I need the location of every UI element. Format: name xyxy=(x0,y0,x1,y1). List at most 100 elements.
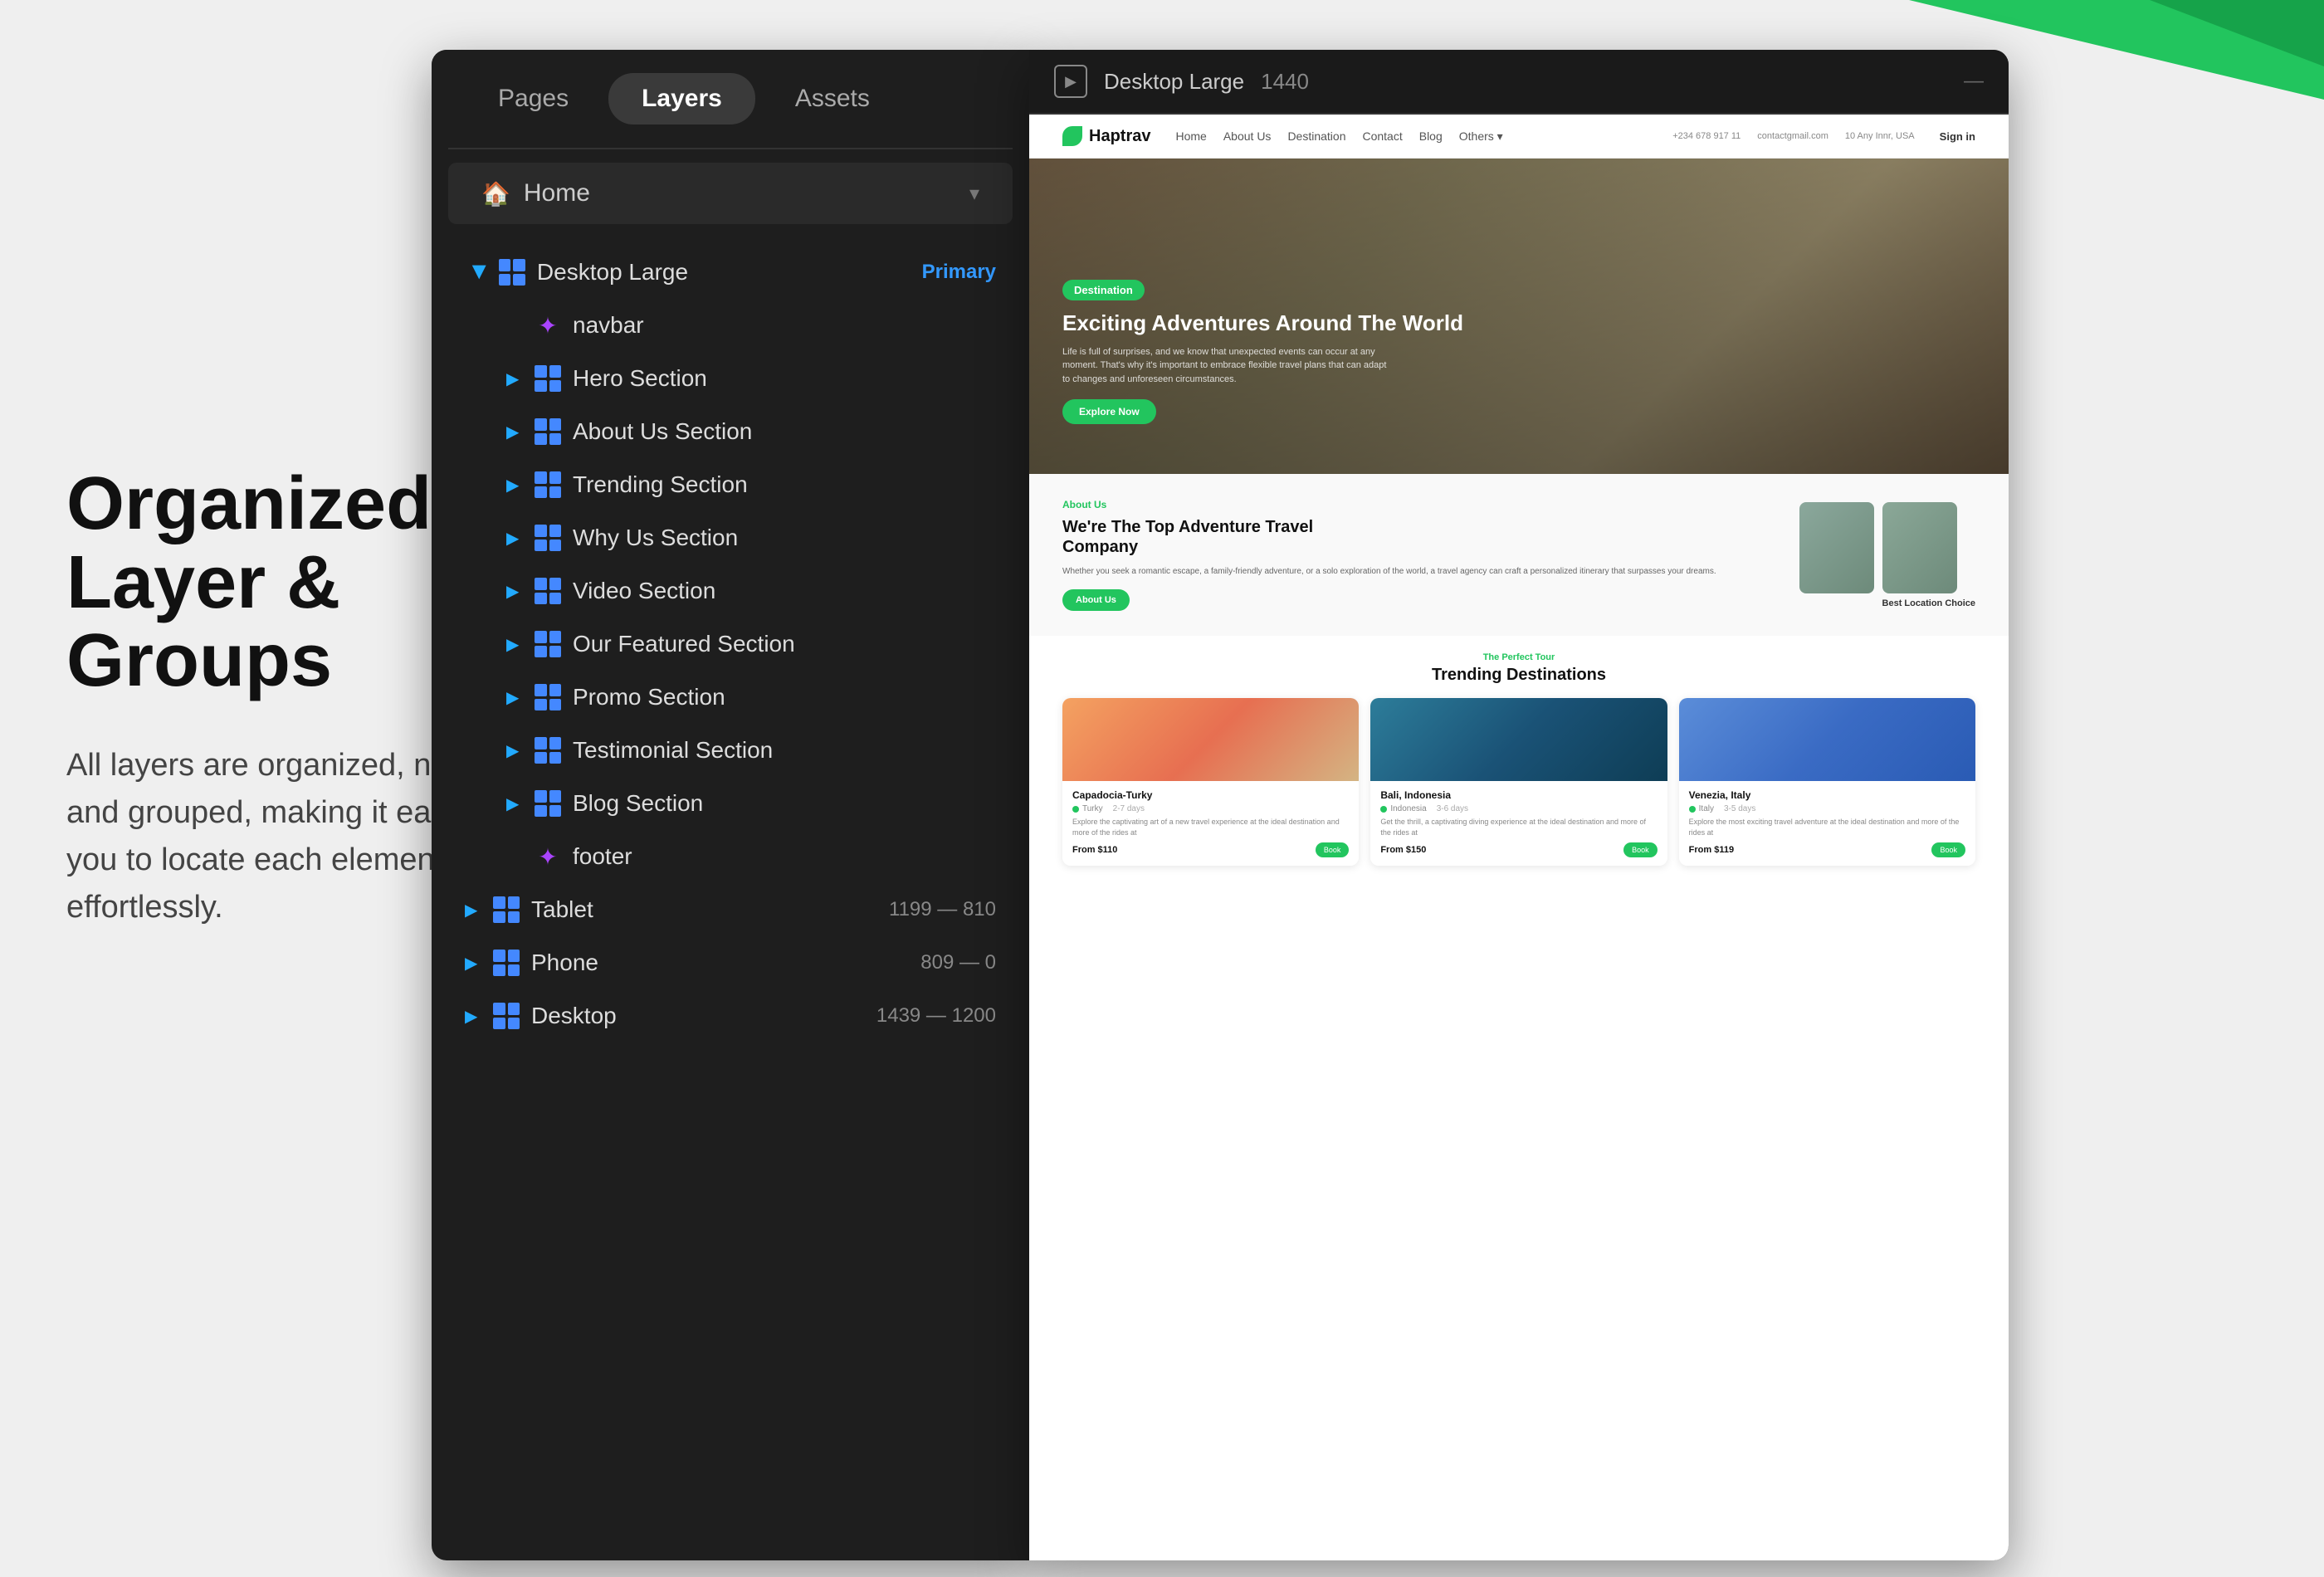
location-dot-icon xyxy=(1380,806,1387,813)
explore-button[interactable]: Explore Now xyxy=(1062,399,1156,424)
home-row[interactable]: 🏠 Home ▾ xyxy=(448,163,1013,224)
destination-badge: Destination xyxy=(1062,280,1145,300)
grid-icon xyxy=(535,471,561,498)
hero-section-label: Hero Section xyxy=(573,365,996,392)
layer-whyus-section[interactable]: ▶ Why Us Section xyxy=(448,511,1013,564)
about-section: About Us We're The Top Adventure Travel … xyxy=(1029,474,2009,636)
phone-label: Phone xyxy=(531,950,909,976)
card-location-1: Turky 2-7 days xyxy=(1072,804,1349,813)
arrow-right-icon: ▶ xyxy=(506,475,523,496)
book-button-1[interactable]: Book xyxy=(1316,842,1350,857)
layer-trending-section[interactable]: ▶ Trending Section xyxy=(448,458,1013,511)
desktop-size: 1439 — 1200 xyxy=(876,1004,996,1028)
book-button-3[interactable]: Book xyxy=(1931,842,1965,857)
layer-desktop[interactable]: ▶ Desktop 1439 — 1200 xyxy=(448,989,1013,1042)
card-body-2: Bali, Indonesia Indonesia 3-6 days Get t… xyxy=(1370,781,1667,866)
panel-tabs: Pages Layers Assets xyxy=(432,50,1029,148)
desktop-large-label: Desktop Large xyxy=(537,259,911,286)
nav-link-destination[interactable]: Destination xyxy=(1287,129,1345,144)
image-1 xyxy=(1799,502,1874,593)
arrow-right-icon: ▶ xyxy=(506,740,523,761)
grid-icon xyxy=(535,418,561,445)
arrow-right-icon: ▶ xyxy=(506,422,523,442)
about-images: Best Location Choice xyxy=(1799,502,1975,608)
trending-section: The Perfect Tour Trending Destinations C… xyxy=(1029,636,2009,891)
nav-other: 10 Any Innr, USA xyxy=(1845,131,1915,141)
arrow-down-icon: ▶ xyxy=(469,266,491,280)
tab-layers[interactable]: Layers xyxy=(608,73,755,124)
sparkle-icon: ✦ xyxy=(535,312,561,339)
trending-label: The Perfect Tour xyxy=(1062,652,1975,662)
nav-phone: +234 678 917 11 xyxy=(1672,131,1741,141)
trending-card-3: Venezia, Italy Italy 3-5 days Explore th… xyxy=(1679,698,1975,866)
arrow-right-icon: ▶ xyxy=(506,634,523,655)
nav-link-home[interactable]: Home xyxy=(1175,129,1206,144)
layer-desktop-large[interactable]: ▶ Desktop Large Primary xyxy=(448,246,1013,299)
grid-icon xyxy=(499,259,525,286)
layer-navbar[interactable]: ✦ navbar xyxy=(448,299,1013,352)
tab-assets[interactable]: Assets xyxy=(762,73,903,124)
blog-section-label: Blog Section xyxy=(573,790,996,817)
signin-button[interactable]: Sign in xyxy=(1940,130,1975,143)
nav-link-contact[interactable]: Contact xyxy=(1362,129,1402,144)
card-title-1: Capadocia-Turky xyxy=(1072,789,1349,801)
about-label: About Us xyxy=(1062,499,1775,510)
location-dot-icon xyxy=(1072,806,1079,813)
layer-footer[interactable]: ✦ footer xyxy=(448,830,1013,883)
card-location-3: Italy 3-5 days xyxy=(1689,804,1965,813)
layer-video-section[interactable]: ▶ Video Section xyxy=(448,564,1013,618)
about-caption: Best Location Choice xyxy=(1882,598,1975,608)
video-section-label: Video Section xyxy=(573,578,996,604)
navbar-label: navbar xyxy=(573,312,996,339)
desktop-label: Desktop xyxy=(531,1003,865,1029)
layer-promo-section[interactable]: ▶ Promo Section xyxy=(448,671,1013,724)
hero-section: Destination Exciting Adventures Around T… xyxy=(1029,159,2009,474)
card-footer-3: From $119 Book xyxy=(1689,842,1965,857)
layer-hero-section[interactable]: ▶ Hero Section xyxy=(448,352,1013,405)
card-location-2: Indonesia 3-6 days xyxy=(1380,804,1657,813)
layer-blog-section[interactable]: ▶ Blog Section xyxy=(448,777,1013,830)
preview-topbar: ▶ Desktop Large 1440 — xyxy=(1029,50,2009,115)
tablet-label: Tablet xyxy=(531,896,877,923)
card-image-cappadocia xyxy=(1062,698,1359,781)
arrow-right-icon: ▶ xyxy=(506,528,523,549)
card-footer-2: From $150 Book xyxy=(1380,842,1657,857)
layer-testimonial-section[interactable]: ▶ Testimonial Section xyxy=(448,724,1013,777)
layer-tablet[interactable]: ▶ Tablet 1199 — 810 xyxy=(448,883,1013,936)
about-section-label: About Us Section xyxy=(573,418,996,445)
book-button-2[interactable]: Book xyxy=(1623,842,1658,857)
layer-featured-section[interactable]: ▶ Our Featured Section xyxy=(448,618,1013,671)
promo-section-label: Promo Section xyxy=(573,684,996,710)
play-button[interactable]: ▶ xyxy=(1054,65,1087,98)
arrow-right-icon: ▶ xyxy=(465,900,481,920)
grid-icon xyxy=(535,684,561,710)
about-title: We're The Top Adventure Travel Company xyxy=(1062,517,1775,557)
tab-pages[interactable]: Pages xyxy=(465,73,602,124)
grid-icon xyxy=(493,896,520,923)
handle-icon: — xyxy=(1964,70,1984,93)
card-price-1: From $110 xyxy=(1072,845,1117,855)
layer-phone[interactable]: ▶ Phone 809 — 0 xyxy=(448,936,1013,989)
about-image-2: Best Location Choice xyxy=(1882,502,1975,608)
grid-icon xyxy=(493,1003,520,1029)
grid-icon xyxy=(535,790,561,817)
trending-card-1: Capadocia-Turky Turky 2-7 days Explore t… xyxy=(1062,698,1359,866)
about-button[interactable]: About Us xyxy=(1062,589,1130,611)
site-logo: Haptrav xyxy=(1062,126,1150,146)
nav-links: Home About Us Destination Contact Blog O… xyxy=(1175,129,1648,144)
card-title-2: Bali, Indonesia xyxy=(1380,789,1657,801)
grid-icon xyxy=(493,950,520,976)
hero-title: Exciting Adventures Around The World xyxy=(1062,310,1843,336)
site-navbar: Haptrav Home About Us Destination Contac… xyxy=(1029,115,2009,159)
layer-about-section[interactable]: ▶ About Us Section xyxy=(448,405,1013,458)
hero-description: Life is full of surprises, and we know t… xyxy=(1062,345,1394,387)
card-desc-1: Explore the captivating art of a new tra… xyxy=(1072,817,1349,837)
location-dot-icon xyxy=(1689,806,1696,813)
arrow-right-icon: ▶ xyxy=(465,1006,481,1027)
nav-link-blog[interactable]: Blog xyxy=(1419,129,1443,144)
card-desc-2: Get the thrill, a captivating diving exp… xyxy=(1380,817,1657,837)
card-price-2: From $150 xyxy=(1380,845,1426,855)
nav-link-others[interactable]: Others ▾ xyxy=(1459,129,1503,144)
nav-link-about[interactable]: About Us xyxy=(1223,129,1272,144)
home-label: Home xyxy=(524,179,956,208)
